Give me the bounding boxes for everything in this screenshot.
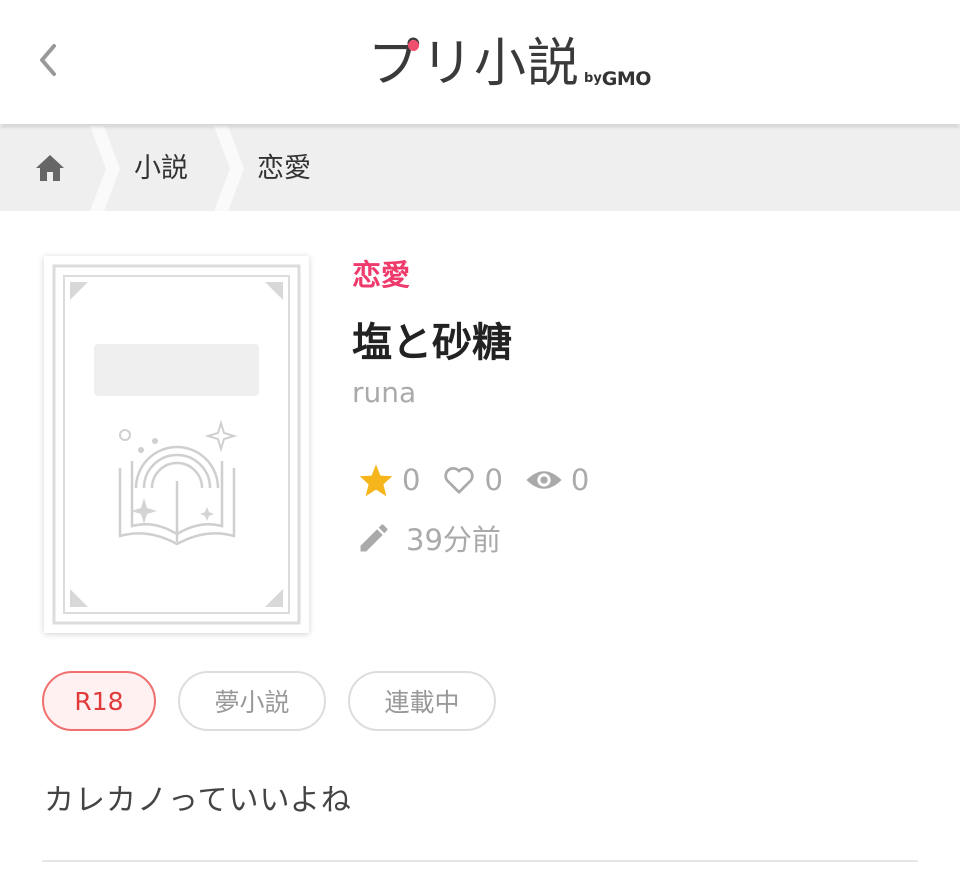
app-header: プリ小説 by GMO: [0, 0, 960, 124]
novel-stats: 0 0 0: [358, 460, 611, 500]
view-stat: 0: [525, 463, 589, 497]
novel-title: 塩と砂糖: [352, 320, 512, 366]
star-icon: [359, 464, 393, 497]
divider: [42, 860, 918, 862]
breadcrumb-item-novel[interactable]: 小説: [134, 126, 188, 211]
pencil-icon: [360, 524, 388, 552]
like-stat: 0: [442, 463, 503, 497]
tag-serializing[interactable]: 連載中: [348, 671, 496, 731]
tag-r18[interactable]: R18: [42, 671, 156, 731]
like-count: 0: [484, 463, 503, 497]
breadcrumb: 小説 恋愛: [0, 126, 960, 211]
home-icon: [36, 155, 64, 181]
logo-text: プリ小説: [368, 34, 580, 94]
author-name[interactable]: runa: [352, 376, 416, 409]
favorite-stat: 0: [358, 463, 420, 497]
logo-main: プリ小説: [368, 34, 581, 94]
update-info: 39分前: [356, 518, 501, 558]
update-time: 39分前: [406, 523, 501, 557]
logo[interactable]: プリ小説 by GMO: [368, 30, 651, 94]
breadcrumb-item-genre[interactable]: 恋愛: [257, 126, 311, 211]
tag-dream-novel[interactable]: 夢小説: [178, 671, 326, 731]
heart-icon: [444, 467, 475, 494]
favorite-count: 0: [402, 463, 421, 497]
book-cover-placeholder-icon: [52, 264, 301, 625]
eye-icon: [526, 471, 562, 489]
genre-label[interactable]: 恋愛: [352, 252, 410, 294]
logo-dot: [408, 40, 419, 51]
book-cover[interactable]: [44, 256, 309, 633]
back-button[interactable]: [32, 38, 64, 82]
view-count: 0: [570, 463, 590, 497]
tag-list: R18 夢小説 連載中: [42, 671, 518, 735]
breadcrumb-separator: [90, 126, 120, 211]
breadcrumb-separator: [214, 126, 244, 211]
logo-gmo: GMO: [601, 68, 652, 90]
chevron-left-icon: [40, 44, 56, 76]
novel-summary: カレカノっていいよね: [44, 783, 352, 818]
logo-by: by: [584, 71, 602, 86]
